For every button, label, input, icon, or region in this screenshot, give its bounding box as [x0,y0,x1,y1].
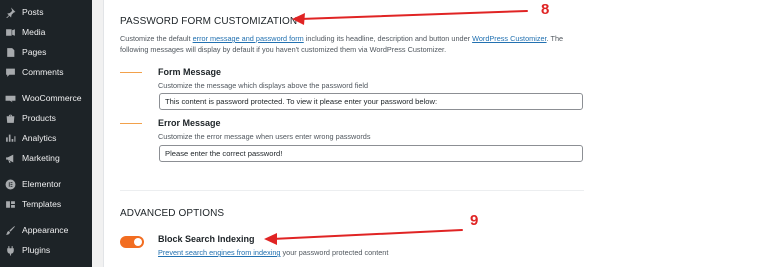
sidebar-item-label: WooCommerce [22,93,82,103]
sidebar-item-appearance[interactable]: Appearance [0,220,92,240]
sidebar-item-comments[interactable]: Comments [0,62,92,82]
pin-icon [4,6,16,18]
advanced-options-title: ADVANCED OPTIONS [120,208,225,219]
block-search-indexing-label: Block Search Indexing [158,234,255,244]
sidebar-item-label: Analytics [22,133,57,143]
megaphone-icon [4,152,16,164]
sidebar-item-woocommerce[interactable]: WooCommerce [0,88,92,108]
form-message-label: Form Message [158,67,222,77]
accent-divider [120,72,142,73]
password-form-description: Customize the default error message and … [120,34,580,55]
sidebar-item-label: Pages [22,47,47,57]
sidebar-item-posts[interactable]: Posts [0,2,92,22]
error-message-help: Customize the error message when users e… [158,132,371,141]
sidebar-item-label: Comments [22,67,64,77]
error-message-input[interactable] [159,145,583,162]
sidebar-item-analytics[interactable]: Analytics [0,128,92,148]
error-message-label: Error Message [158,118,221,128]
sidebar-item-label: Marketing [22,153,60,163]
products-icon [4,112,16,124]
sidebar-item-label: Templates [22,199,62,209]
annotation-number: 8 [541,1,550,18]
form-message-help: Customize the message which displays abo… [158,81,369,90]
description-text: including its headline, description and … [303,34,473,43]
error-message-link[interactable]: error message and password form [193,34,304,43]
sidebar-item-label: Media [22,27,46,37]
sidebar-item-label: Elementor [22,179,62,189]
toggle-knob [134,238,142,246]
settings-panel: PASSWORD FORM CUSTOMIZATION Customize th… [103,0,768,267]
elementor-icon [4,178,16,190]
admin-sidebar: Posts Media Pages Comments WooCommerce P… [0,0,92,267]
block-search-indexing-help: Prevent search engines from indexing you… [158,248,388,257]
block-search-indexing-toggle[interactable] [120,236,144,248]
wordpress-customizer-link[interactable]: WordPress Customizer [472,34,546,43]
password-form-section-title: PASSWORD FORM CUSTOMIZATION [120,16,298,27]
sidebar-item-templates[interactable]: Templates [0,194,92,214]
sidebar-item-plugins[interactable]: Plugins [0,240,92,260]
sidebar-item-label: Posts [22,7,44,17]
woocommerce-icon [4,92,16,104]
templates-icon [4,198,16,210]
section-divider [120,190,584,191]
form-message-input[interactable] [159,93,583,110]
prevent-indexing-link[interactable]: Prevent search engines from indexing [158,248,281,257]
pages-icon [4,46,16,58]
analytics-icon [4,132,16,144]
sidebar-item-label: Products [22,113,56,123]
paintbrush-icon [4,224,16,236]
help-text: your password protected content [280,248,389,257]
sidebar-item-label: Appearance [22,225,69,235]
media-icon [4,26,16,38]
sidebar-item-marketing[interactable]: Marketing [0,148,92,168]
sidebar-item-label: Plugins [22,245,51,255]
plugin-icon [4,244,16,256]
sidebar-item-pages[interactable]: Pages [0,42,92,62]
sidebar-item-products[interactable]: Products [0,108,92,128]
annotation-number: 9 [470,212,479,229]
accent-divider [120,123,142,124]
sidebar-item-media[interactable]: Media [0,22,92,42]
sidebar-item-elementor[interactable]: Elementor [0,174,92,194]
description-text: Customize the default [120,34,193,43]
comments-icon [4,66,16,78]
